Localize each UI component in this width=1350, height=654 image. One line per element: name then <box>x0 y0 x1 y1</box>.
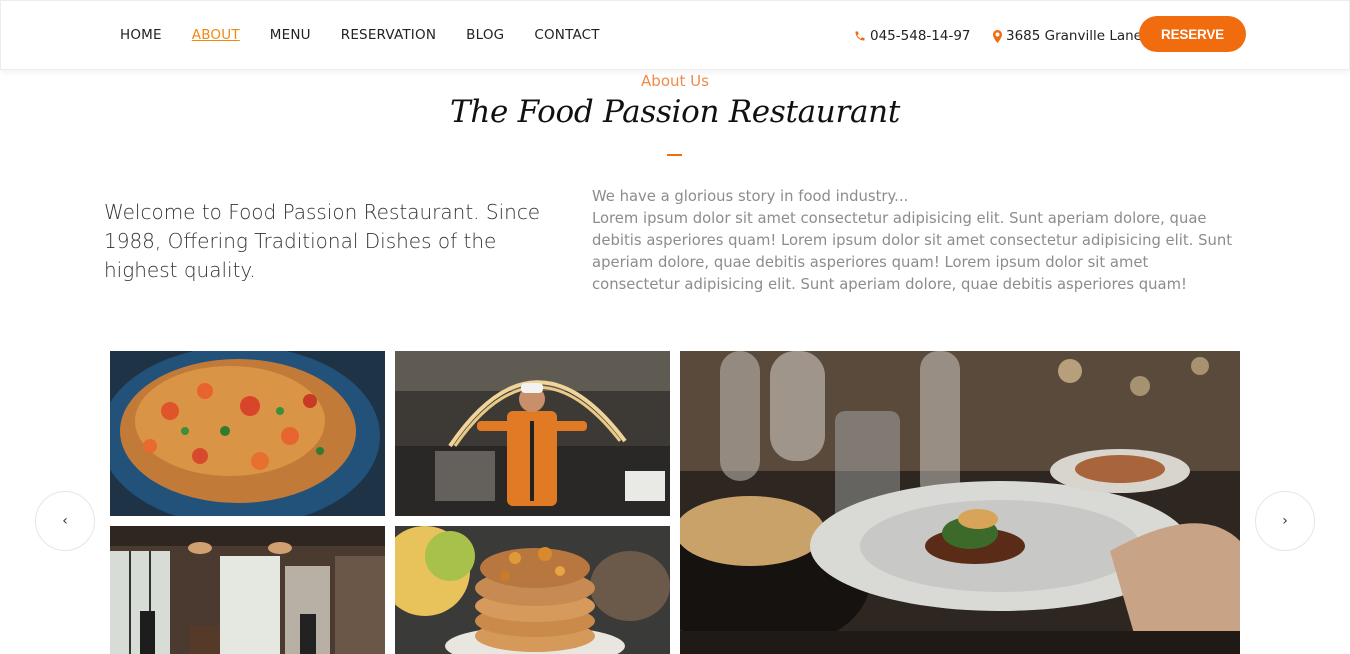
nav-blog[interactable]: BLOG <box>466 27 504 43</box>
nav-menu[interactable]: MENU <box>270 27 311 43</box>
gallery-photo-seafood-paella[interactable] <box>110 351 385 516</box>
gallery-photo-plated-dish[interactable] <box>680 351 1240 654</box>
nav-home[interactable]: HOME <box>120 27 162 43</box>
page-title: The Food Passion Restaurant <box>450 94 900 130</box>
story-body: Lorem ipsum dolor sit amet consectetur a… <box>592 210 1233 293</box>
phone-number: 045-548-14-97 <box>870 28 971 44</box>
gallery-prev-button[interactable]: ‹ <box>35 491 95 551</box>
phone-contact[interactable]: 045-548-14-97 <box>854 28 971 44</box>
gallery-photo-restaurant-interior[interactable] <box>110 526 385 654</box>
address-text: 3685 Granville Lane <box>1006 28 1142 44</box>
nav-about[interactable]: ABOUT <box>192 27 240 43</box>
phone-icon <box>855 31 865 41</box>
chevron-left-icon: ‹ <box>62 513 68 529</box>
chevron-right-icon: › <box>1282 513 1288 529</box>
map-pin-icon <box>993 29 1002 43</box>
gallery-photo-chef-noodles[interactable] <box>395 351 670 516</box>
main-nav: HOME ABOUT MENU RESERVATION BLOG CONTACT <box>120 27 630 43</box>
reserve-button[interactable]: RESERVE <box>1139 16 1246 52</box>
nav-reservation[interactable]: RESERVATION <box>341 27 436 43</box>
story-text: We have a glorious story in food industr… <box>592 186 1237 296</box>
top-navbar: HOME ABOUT MENU RESERVATION BLOG CONTACT… <box>0 0 1350 70</box>
intro-lead: Welcome to Food Passion Restaurant. Sinc… <box>104 200 541 282</box>
title-divider <box>667 154 682 156</box>
gallery-photo-pancakes[interactable] <box>395 526 670 654</box>
story-heading: We have a glorious story in food industr… <box>592 188 909 205</box>
address-contact[interactable]: 3685 Granville Lane <box>993 28 1142 44</box>
nav-contact[interactable]: CONTACT <box>534 27 599 43</box>
gallery-next-button[interactable]: › <box>1255 491 1315 551</box>
section-eyebrow: About Us <box>641 72 709 90</box>
